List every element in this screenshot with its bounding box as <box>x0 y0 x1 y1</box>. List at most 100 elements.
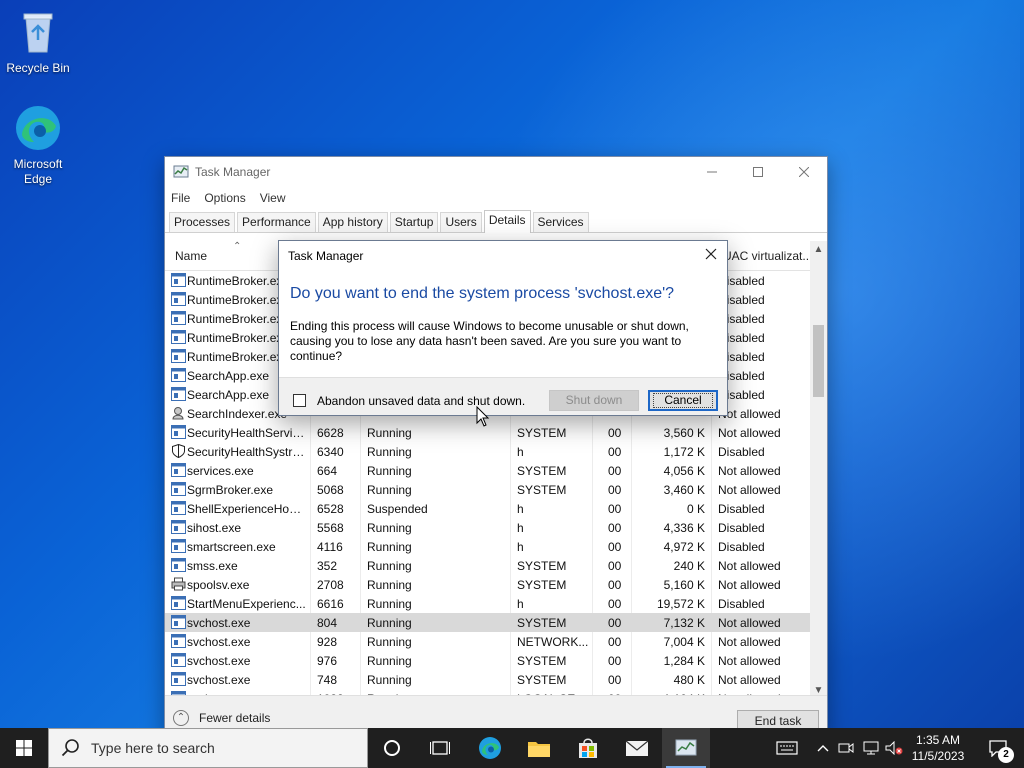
dialog-title-bar[interactable]: Task Manager <box>279 241 727 271</box>
cell-status: Running <box>367 616 412 630</box>
abandon-data-label[interactable]: Abandon unsaved data and shut down. <box>317 394 525 408</box>
tab-strip: Processes Performance App history Startu… <box>165 209 827 233</box>
tab-processes[interactable]: Processes <box>169 212 236 232</box>
cell-status: Running <box>367 521 412 535</box>
tray-keyboard[interactable] <box>772 728 802 768</box>
maximize-button[interactable] <box>735 157 781 187</box>
table-row[interactable]: svchost.exe 804 Running SYSTEM 00 7,132 K Not … <box>165 613 811 632</box>
tray-show-hidden[interactable] <box>812 728 834 768</box>
cell-cpu: 00 <box>608 426 622 440</box>
cell-memory: 5,160 K <box>663 578 705 592</box>
table-row[interactable]: StartMenuExperienc... 6616 Running h 00 19,57… <box>165 594 811 613</box>
cell-name: ShellExperienceHost.... <box>187 502 307 516</box>
cell-uac: Disabled <box>718 274 765 288</box>
cancel-button[interactable]: Cancel <box>648 390 718 411</box>
tray-meet-now[interactable] <box>836 728 856 768</box>
cell-memory: 4,056 K <box>663 464 705 478</box>
taskbar-clock[interactable]: 1:35 AM 11/5/2023 <box>905 732 971 764</box>
cell-pid: 6340 <box>317 445 344 459</box>
keyboard-icon <box>776 741 798 755</box>
cortana-button[interactable] <box>368 728 416 768</box>
process-window-icon <box>171 672 186 686</box>
cell-memory: 3,460 K <box>663 483 705 497</box>
cell-status: Running <box>367 578 412 592</box>
tab-app-history[interactable]: App history <box>317 212 388 232</box>
dialog-footer: Abandon unsaved data and shut down. Shut… <box>279 377 727 415</box>
tray-volume[interactable] <box>884 728 904 768</box>
chevron-up-icon <box>817 745 829 752</box>
cell-memory: 3,560 K <box>663 426 705 440</box>
cell-cpu: 00 <box>608 654 622 668</box>
table-row[interactable]: svchost.exe 928 Running NETWORK... 00 7,004 K… <box>165 632 811 651</box>
task-view-button[interactable] <box>416 728 464 768</box>
table-row[interactable]: sihost.exe 5568 Running h 00 4,336 K Disabled <box>165 518 811 537</box>
action-center-button[interactable]: 2 <box>978 728 1018 768</box>
task-manager-icon <box>675 739 697 756</box>
cell-memory: 1,284 K <box>663 654 705 668</box>
cell-cpu: 00 <box>608 521 622 535</box>
menu-view[interactable]: View <box>260 191 286 205</box>
cell-pid: 5568 <box>317 521 344 535</box>
column-header-name[interactable]: Name <box>175 249 207 263</box>
title-bar[interactable]: Task Manager <box>165 157 827 187</box>
fewer-details-label: Fewer details <box>199 711 271 725</box>
process-window-icon <box>171 634 186 648</box>
start-button[interactable] <box>0 728 48 768</box>
close-icon <box>799 167 809 177</box>
tab-details[interactable]: Details <box>483 210 531 233</box>
table-row[interactable]: spoolsv.exe 2708 Running SYSTEM 00 5,160 K Not… <box>165 575 811 594</box>
taskbar-store[interactable] <box>564 728 612 768</box>
table-row[interactable]: smss.exe 352 Running SYSTEM 00 240 K Not allow… <box>165 556 811 575</box>
tab-users[interactable]: Users <box>440 212 482 232</box>
tab-performance[interactable]: Performance <box>237 212 316 232</box>
scroll-up-icon[interactable]: ▲ <box>810 241 827 258</box>
cell-name: svchost.exe <box>187 654 251 668</box>
taskbar: Type here to search 1:35 AM 11/5/2023 2 <box>0 728 1024 768</box>
cell-cpu: 00 <box>608 559 622 573</box>
minimize-button[interactable] <box>689 157 735 187</box>
menu-bar: File Options View <box>165 187 827 209</box>
process-window-icon <box>171 596 186 610</box>
tray-network[interactable] <box>860 728 882 768</box>
fewer-details-button[interactable]: ⌃ Fewer details <box>173 710 270 726</box>
taskbar-mail[interactable] <box>613 728 661 768</box>
cell-cpu: 00 <box>608 578 622 592</box>
tab-services[interactable]: Services <box>532 212 589 232</box>
column-header-uac[interactable]: UAC virtualizat... <box>723 249 812 263</box>
table-row[interactable]: SecurityHealthSystra... 6340 Running h 00 1,1… <box>165 442 811 461</box>
taskbar-edge[interactable] <box>466 728 514 768</box>
taskbar-file-explorer[interactable] <box>515 728 563 768</box>
close-button[interactable] <box>781 157 827 187</box>
table-row[interactable]: smartscreen.exe 4116 Running h 00 4,972 K Disa… <box>165 537 811 556</box>
abandon-data-checkbox[interactable] <box>293 394 306 407</box>
cell-pid: 748 <box>317 673 338 687</box>
cell-uac: Disabled <box>718 521 765 535</box>
scrollbar-thumb[interactable] <box>813 325 824 397</box>
cell-memory: 240 K <box>673 559 705 573</box>
close-icon <box>705 248 717 260</box>
table-row[interactable]: services.exe 664 Running SYSTEM 00 4,056 K Not… <box>165 461 811 480</box>
mouse-cursor-icon <box>476 406 490 427</box>
table-row[interactable]: svchost.exe 976 Running SYSTEM 00 1,284 K Not … <box>165 651 811 670</box>
table-row[interactable]: SgrmBroker.exe 5068 Running SYSTEM 00 3,460 K… <box>165 480 811 499</box>
desktop-icon-recycle-bin[interactable]: Recycle Bin <box>2 8 74 76</box>
tab-startup[interactable]: Startup <box>389 212 439 232</box>
dialog-close-button[interactable] <box>701 246 721 266</box>
menu-file[interactable]: File <box>171 191 190 205</box>
taskbar-task-manager[interactable] <box>662 728 710 768</box>
vertical-scrollbar[interactable]: ▲ ▼ <box>810 241 827 699</box>
process-window-icon <box>171 501 186 515</box>
cell-name: svchost.exe <box>187 635 251 649</box>
cell-memory: 7,132 K <box>663 616 705 630</box>
cell-pid: 352 <box>317 559 338 573</box>
table-row[interactable]: ShellExperienceHost.... 6528 Suspended h 00 0… <box>165 499 811 518</box>
taskbar-search-box[interactable]: Type here to search <box>48 728 368 768</box>
task-view-icon <box>430 741 450 755</box>
menu-options[interactable]: Options <box>204 191 245 205</box>
cell-pid: 976 <box>317 654 338 668</box>
cell-name: SecurityHealthServic... <box>187 426 307 440</box>
cell-cpu: 00 <box>608 540 622 554</box>
cell-memory: 480 K <box>673 673 705 687</box>
table-row[interactable]: svchost.exe 748 Running SYSTEM 00 480 K Not al… <box>165 670 811 689</box>
desktop-icon-edge[interactable]: Microsoft Edge <box>2 104 74 187</box>
